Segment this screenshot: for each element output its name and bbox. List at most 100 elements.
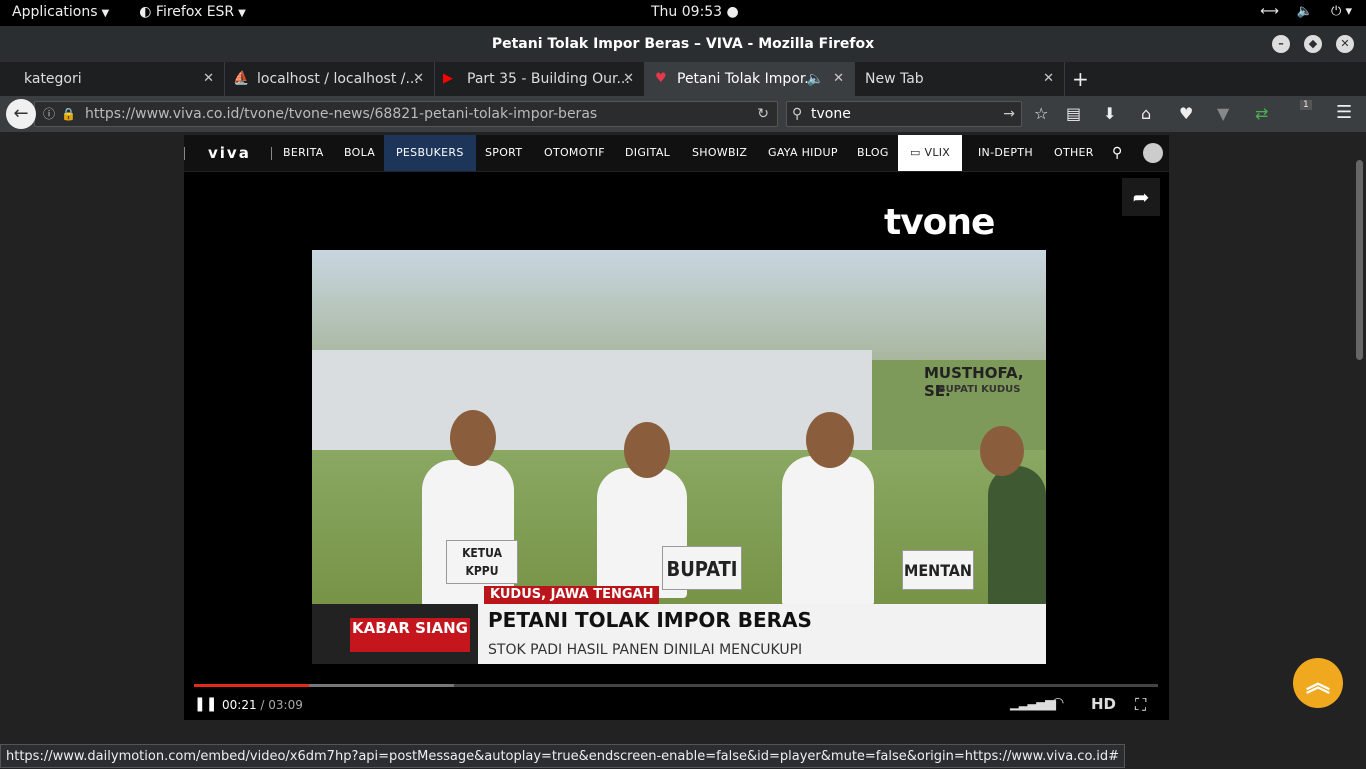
maximize-button[interactable]: ◆ — [1304, 35, 1322, 53]
page-content: viva BERITA BOLA PESBUKERS SPORT OTOMOTI… — [0, 132, 1366, 768]
scroll-to-top-button[interactable]: ︽ — [1293, 658, 1343, 708]
name-sign: KETUA KPPU — [446, 540, 518, 584]
share-button[interactable]: ➦ — [1122, 178, 1160, 216]
nav-bola[interactable]: BOLA — [344, 135, 375, 171]
person-figure — [988, 466, 1046, 606]
sync-extension-icon[interactable]: ⇄ — [1255, 104, 1268, 123]
nav-digital[interactable]: DIGITAL — [625, 135, 670, 171]
network-icon[interactable]: ⟷ — [1260, 4, 1279, 19]
volume-bars-icon[interactable]: ▁▂▃▄▅ — [1010, 695, 1056, 711]
notification-dot-icon: ● — [726, 4, 739, 20]
speaker-icon[interactable]: 🔈 — [807, 62, 824, 96]
news-lower-third: KUDUS, JAWA TENGAH KABAR SIANG PETANI TO… — [312, 586, 1046, 664]
system-top-bar: Applications ▼ ◐ Firefox ESR ▼ Thu 09:53 ●… — [0, 0, 1366, 26]
youtube-icon: ▶ — [443, 71, 453, 86]
person-figure — [782, 456, 874, 606]
new-tab-button[interactable]: + — [1072, 62, 1089, 96]
pocket-icon[interactable]: ♥ — [1179, 104, 1193, 123]
pause-button[interactable]: ❚❚ — [194, 696, 217, 712]
subheadline: STOK PADI HASIL PANEN DINILAI MENCUKUPI — [488, 642, 803, 658]
search-bar[interactable]: ⚲ tvone → — [786, 101, 1022, 127]
name-sign: MENTAN — [902, 550, 974, 590]
monitor-icon: ▭ — [910, 146, 925, 159]
nav-pesbukers[interactable]: PESBUKERS — [384, 135, 476, 171]
nav-otomotif[interactable]: OTOMOTIF — [544, 135, 605, 171]
close-tab-icon[interactable]: ✕ — [833, 62, 844, 96]
close-tab-icon[interactable]: ✕ — [203, 62, 214, 96]
person-head — [980, 426, 1024, 476]
back-button[interactable]: ← — [6, 99, 36, 129]
scene-banner — [312, 350, 872, 460]
close-tab-icon[interactable]: ✕ — [623, 62, 634, 96]
volume-icon[interactable]: 🔈 — [1297, 4, 1313, 19]
video-player[interactable]: tvone ➦ MUSTHOFA, SE. BUPATI KUDUS KETUA… — [184, 172, 1169, 720]
name-sign: BUPATI — [662, 546, 742, 590]
tab-viva[interactable]: ♥ Petani Tolak Impor... 🔈 ✕ — [645, 62, 855, 96]
tvone-logo: tvone — [884, 202, 995, 243]
search-value: tvone — [811, 106, 851, 122]
tab-label: localhost / localhost /... — [257, 71, 419, 87]
extension-badge[interactable]: 1 — [1300, 100, 1312, 110]
played-bar — [194, 684, 309, 687]
viva-favicon-icon: ♥ — [655, 71, 667, 86]
bookmark-star-icon[interactable]: ☆ — [1034, 104, 1048, 123]
search-icon: ⚲ — [792, 106, 803, 122]
tab-label: Part 35 - Building Our... — [467, 71, 630, 87]
tab-phpmyadmin[interactable]: ⛵ localhost / localhost /... ✕ — [225, 62, 435, 96]
playback-speed-icon[interactable]: ◠ — [1052, 695, 1064, 711]
lock-icon[interactable]: 🔒 — [61, 102, 76, 126]
search-go-icon[interactable]: → — [1003, 102, 1015, 126]
site-navbar: viva BERITA BOLA PESBUKERS SPORT OTOMOTI… — [184, 135, 1169, 171]
headline: PETANI TOLAK IMPOR BERAS — [488, 608, 812, 632]
applications-menu[interactable]: Applications ▼ — [12, 4, 109, 20]
nav-in-depth[interactable]: IN-DEPTH — [978, 135, 1033, 171]
app-menu[interactable]: ◐ Firefox ESR ▼ — [139, 4, 246, 20]
page-scrollbar[interactable] — [1356, 160, 1363, 360]
site-logo[interactable]: viva — [208, 135, 251, 171]
tab-bar: kategori ✕ ⛵ localhost / localhost /... … — [0, 62, 1366, 96]
tab-kategori[interactable]: kategori ✕ — [0, 62, 225, 96]
power-icon[interactable]: ⏻ ▾ — [1331, 4, 1352, 19]
chevron-down-icon: ▼ — [238, 8, 246, 19]
chevron-down-icon: ▼ — [101, 8, 110, 19]
minimize-button[interactable]: – — [1272, 35, 1290, 53]
tab-youtube[interactable]: ▶ Part 35 - Building Our... ✕ — [435, 62, 645, 96]
app-name: Firefox ESR — [155, 4, 235, 20]
nav-other[interactable]: OTHER — [1054, 135, 1094, 171]
hamburger-menu-icon[interactable]: ☰ — [1336, 102, 1352, 123]
person-head — [624, 422, 670, 478]
close-button[interactable]: ✕ — [1336, 35, 1354, 53]
tab-new[interactable]: New Tab ✕ — [855, 62, 1065, 96]
location-tag: KUDUS, JAWA TENGAH — [484, 586, 660, 604]
fullscreen-icon[interactable]: ⛶ — [1135, 695, 1146, 715]
applications-label: Applications — [12, 4, 98, 20]
download-icon[interactable]: ⬇ — [1103, 104, 1116, 123]
channel-logo-text: tvone — [884, 202, 995, 243]
time-display: 00:21 / 03:09 — [222, 698, 303, 712]
nav-gaya-hidup[interactable]: GAYA HIDUP — [768, 135, 838, 171]
close-tab-icon[interactable]: ✕ — [413, 62, 424, 96]
nav-berita[interactable]: BERITA — [283, 135, 324, 171]
close-tab-icon[interactable]: ✕ — [1043, 62, 1054, 96]
headline-box: PETANI TOLAK IMPOR BERAS STOK PADI HASIL… — [478, 604, 1046, 664]
nav-sport[interactable]: SPORT — [485, 135, 522, 171]
home-icon[interactable]: ⌂ — [1141, 104, 1151, 123]
progress-bar[interactable] — [194, 684, 1158, 687]
search-icon[interactable]: ⚲ — [1112, 135, 1123, 171]
nav-showbiz[interactable]: SHOWBIZ — [692, 135, 747, 171]
info-icon[interactable]: ⓘ — [43, 102, 55, 126]
tab-label: Petani Tolak Impor... — [677, 71, 818, 87]
reading-list-icon[interactable]: ▤ — [1066, 104, 1081, 123]
clock[interactable]: Thu 09:53 ● — [651, 4, 739, 20]
quality-button[interactable]: HD — [1091, 695, 1116, 713]
link-status-bar: https://www.dailymotion.com/embed/video/… — [0, 744, 1126, 768]
reload-icon[interactable]: ↻ — [757, 102, 769, 126]
tab-label: kategori — [24, 71, 82, 87]
user-avatar-icon[interactable] — [1143, 143, 1163, 163]
nav-vlix[interactable]: ▭ VLIX — [898, 135, 963, 171]
divider — [271, 147, 272, 160]
vpn-extension-icon[interactable]: ▼ — [1217, 104, 1229, 123]
video-frame[interactable]: MUSTHOFA, SE. BUPATI KUDUS KETUA KPPU BU… — [312, 250, 1046, 664]
nav-blog[interactable]: BLOG — [857, 135, 889, 171]
url-bar[interactable]: ⓘ 🔒 https://www.viva.co.id/tvone/tvone-n… — [34, 101, 778, 127]
